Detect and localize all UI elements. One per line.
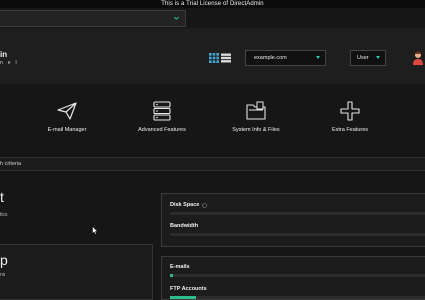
usage-label: Disk Space (170, 202, 200, 208)
user-menu-label: User (357, 55, 369, 61)
list-view-icon[interactable] (221, 53, 231, 63)
domain-selector[interactable]: example.com (245, 50, 326, 66)
feature-label: System Info & Files (232, 127, 280, 133)
trial-license-banner: This is a Trial License of DirectAdmin (0, 0, 425, 8)
chevron-down-icon (376, 56, 380, 59)
brand-logo-text[interactable]: in (0, 50, 7, 59)
usage-fill (170, 296, 196, 299)
feature-label: Advanced Features (138, 127, 186, 133)
stat-card-title: t (0, 189, 4, 205)
chevron-down-icon[interactable] (173, 15, 180, 22)
usage-panel-accounts: E-mails FTP Accounts (161, 256, 425, 300)
global-search-bar[interactable] (0, 10, 186, 27)
ftp-accounts-bar (170, 296, 425, 299)
feature-label: E-mail Manager (47, 127, 87, 133)
chevron-down-icon (316, 56, 320, 59)
folder-icon (246, 101, 266, 120)
plus-icon (340, 101, 360, 121)
usage-fill (170, 274, 173, 277)
filter-criteria-bar[interactable]: h criteria (0, 157, 425, 171)
feature-system-info-files[interactable]: System Info & Files (216, 101, 296, 133)
usage-panel-storage: Disk Space Bandwidth (161, 193, 425, 247)
left-panel (0, 244, 153, 300)
bandwidth-bar (170, 233, 425, 236)
domain-selector-value: example.com (254, 55, 287, 61)
stat-card-title: p (0, 252, 8, 268)
grid-view-icon[interactable] (209, 53, 219, 63)
emails-bar (170, 274, 425, 277)
paper-plane-icon (57, 102, 77, 120)
feature-advanced-features[interactable]: Advanced Features (122, 101, 202, 133)
avatar-icon[interactable] (412, 51, 424, 65)
brand-logo-subtitle: n e l (0, 60, 19, 66)
feature-label: Extra Features (331, 127, 369, 133)
usage-label: E-mails (170, 264, 190, 270)
feature-extra-features[interactable]: Extra Features (310, 101, 390, 133)
info-icon[interactable] (202, 203, 207, 208)
filter-criteria-text: h criteria (0, 161, 22, 167)
feature-email-manager[interactable]: E-mail Manager (27, 101, 107, 133)
disk-space-bar (170, 212, 425, 215)
usage-label: FTP Accounts (170, 286, 207, 292)
server-icon (153, 101, 171, 121)
stat-card-subtitle: ns (0, 272, 6, 278)
mouse-cursor-icon (92, 226, 98, 235)
usage-label: Bandwidth (170, 223, 199, 229)
user-menu[interactable]: User (350, 50, 386, 66)
stat-card-subtitle: tics (0, 212, 8, 218)
